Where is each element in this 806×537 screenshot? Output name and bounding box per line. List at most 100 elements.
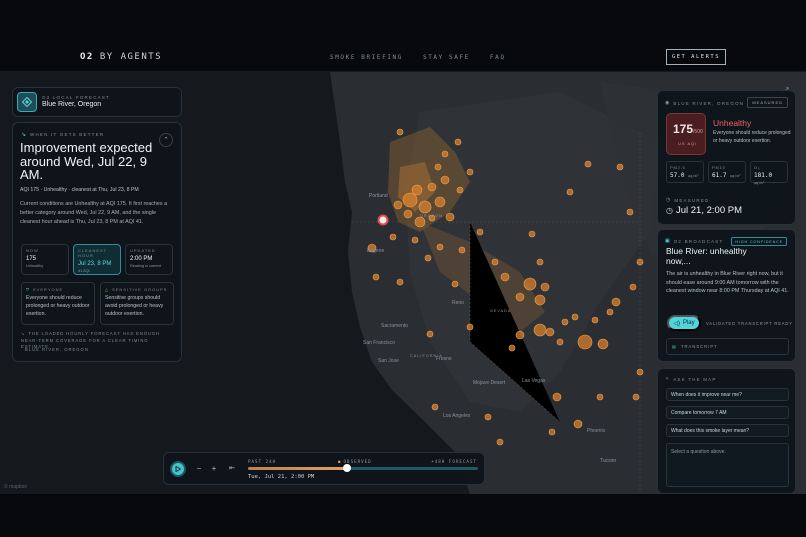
smoke-hotspot[interactable] (566, 188, 574, 196)
nav-link-stay-safe[interactable]: STAY SAFE (423, 54, 470, 61)
stat-updated: UPDATED 2:00 PM Reading is current (125, 244, 173, 275)
smoke-hotspot[interactable] (466, 323, 474, 331)
smoke-hotspot[interactable] (418, 200, 432, 214)
smoke-hotspot[interactable] (616, 163, 624, 171)
smoke-hotspot[interactable] (611, 297, 621, 307)
play-button[interactable]: ◁) Play (667, 315, 701, 331)
map-label-eugene: Eugene (367, 248, 384, 254)
smoke-hotspot[interactable] (458, 246, 466, 254)
smoke-hotspot[interactable] (591, 316, 599, 324)
smoke-hotspot[interactable] (540, 282, 550, 292)
smoke-hotspot[interactable] (491, 258, 499, 266)
smoke-hotspot[interactable] (496, 438, 504, 446)
smoke-hotspot[interactable] (534, 294, 546, 306)
group-sensitive-body: Sensitive groups should avoid prolonged … (105, 295, 164, 317)
map-label-san-jose: San Jose (378, 358, 399, 364)
smoke-hotspot[interactable] (561, 318, 569, 326)
smoke-hotspot[interactable] (577, 334, 593, 350)
smoke-hotspot[interactable] (606, 308, 614, 316)
smoke-hotspot[interactable] (434, 163, 442, 171)
smoke-hotspot[interactable] (636, 258, 644, 266)
warning-icon: △ (105, 287, 110, 292)
stat-updated-key: UPDATED (130, 248, 156, 253)
smoke-hotspot[interactable] (629, 283, 637, 291)
smoke-hotspot[interactable] (552, 392, 562, 402)
timeline-scrubber[interactable] (342, 464, 351, 472)
pm25-value: 57.0 (670, 172, 685, 179)
smoke-hotspot[interactable] (536, 258, 544, 266)
smoke-hotspot[interactable] (545, 327, 555, 337)
stat-updated-sub: Reading is current (130, 264, 161, 268)
smoke-hotspot[interactable] (484, 413, 492, 421)
smoke-hotspot[interactable] (515, 292, 525, 302)
smoke-hotspot[interactable] (411, 184, 423, 196)
smoke-hotspot[interactable] (424, 254, 432, 262)
smoke-hotspot[interactable] (431, 403, 439, 411)
smoke-hotspot[interactable] (451, 280, 459, 288)
smoke-hotspot[interactable] (440, 175, 450, 185)
answer-area: Select a question above. (666, 443, 789, 487)
smoke-hotspot[interactable] (456, 186, 464, 194)
smoke-hotspot[interactable] (596, 393, 604, 401)
smoke-hotspot[interactable] (427, 182, 437, 192)
smoke-hotspot[interactable] (626, 208, 634, 216)
smoke-hotspot[interactable] (403, 209, 413, 219)
timeline-bar: − + ⇤ PAST 24H ● OBSERVED +48H FORECAST T… (163, 452, 485, 485)
smoke-hotspot[interactable] (396, 278, 404, 286)
smoke-hotspot[interactable] (515, 330, 525, 340)
question-smoke-layer[interactable]: What does this smoke layer mean? (666, 424, 789, 437)
smoke-hotspot[interactable] (571, 313, 579, 321)
nav-link-faq[interactable]: FAQ (490, 54, 506, 61)
smoke-hotspot[interactable] (426, 330, 434, 338)
forecast-kicker-label: WHEN IT GETS BETTER (30, 132, 105, 137)
smoke-hotspot[interactable] (528, 230, 536, 238)
smoke-hotspot[interactable] (556, 338, 564, 346)
smoke-hotspot[interactable] (466, 168, 474, 176)
smoke-hotspot[interactable] (533, 323, 547, 337)
smoke-hotspot[interactable] (402, 192, 418, 208)
smoke-hotspot[interactable] (597, 338, 609, 350)
document-icon: ▤ (672, 344, 677, 349)
zoom-out-button[interactable]: − (193, 463, 205, 475)
pm10-value: 61.7 (712, 172, 727, 179)
question-compare[interactable]: Compare tomorrow 7 AM (666, 406, 789, 419)
sparkle-icon: ✧ (665, 376, 670, 382)
stat-now: NOW 175 Unhealthy (21, 244, 69, 275)
brand[interactable]: O2 BY AGENTS (80, 52, 162, 62)
smoke-hotspot[interactable] (441, 150, 449, 158)
smoke-hotspot[interactable] (573, 419, 583, 429)
smoke-hotspot[interactable] (636, 368, 644, 376)
transcript-button[interactable]: ▤ TRANSCRIPT (666, 338, 789, 355)
location-card[interactable]: O2 LOCAL FORECAST Blue River, Oregon (12, 87, 182, 117)
smoke-hotspot[interactable] (454, 138, 462, 146)
stat-now-key: NOW (26, 248, 39, 253)
smoke-hotspot[interactable] (548, 428, 556, 436)
smoke-hotspot[interactable] (523, 277, 537, 291)
smoke-hotspot[interactable] (389, 233, 397, 241)
shield-icon: ⛉ (26, 287, 30, 292)
timeline-track[interactable] (248, 464, 478, 472)
map-label-phoenix: Phoenix (587, 428, 606, 434)
smoke-hotspot[interactable] (445, 212, 455, 222)
smoke-hotspot[interactable] (372, 273, 380, 281)
stat-cleanest-key: CLEANEST HOUR (78, 248, 108, 258)
smoke-hotspot[interactable] (414, 216, 426, 228)
question-improve[interactable]: When does it improve near me? (666, 388, 789, 401)
smoke-hotspot[interactable] (508, 344, 516, 352)
smoke-hotspot[interactable] (500, 272, 510, 282)
smoke-hotspot[interactable] (436, 243, 444, 251)
reset-time-button[interactable]: ⇤ (226, 463, 238, 475)
smoke-hotspot[interactable] (476, 228, 484, 236)
smoke-hotspot[interactable] (584, 160, 592, 168)
broadcast-kicker-label: O2 BROADCAST (673, 238, 724, 244)
smoke-hotspot[interactable] (434, 196, 446, 208)
smoke-hotspot[interactable] (393, 200, 403, 210)
zoom-in-button[interactable]: + (208, 463, 220, 475)
pollutant-pm25: PM2.5 57.0 µg/m³ (666, 161, 704, 183)
get-alerts-button[interactable]: GET ALERTS (666, 49, 726, 65)
smoke-hotspot[interactable] (632, 393, 640, 401)
smoke-hotspot[interactable] (396, 128, 404, 136)
nav-link-smoke-briefing[interactable]: SMOKE BRIEFING (330, 54, 403, 61)
smoke-hotspot[interactable] (411, 236, 419, 244)
timeline-play-button[interactable] (170, 461, 186, 477)
